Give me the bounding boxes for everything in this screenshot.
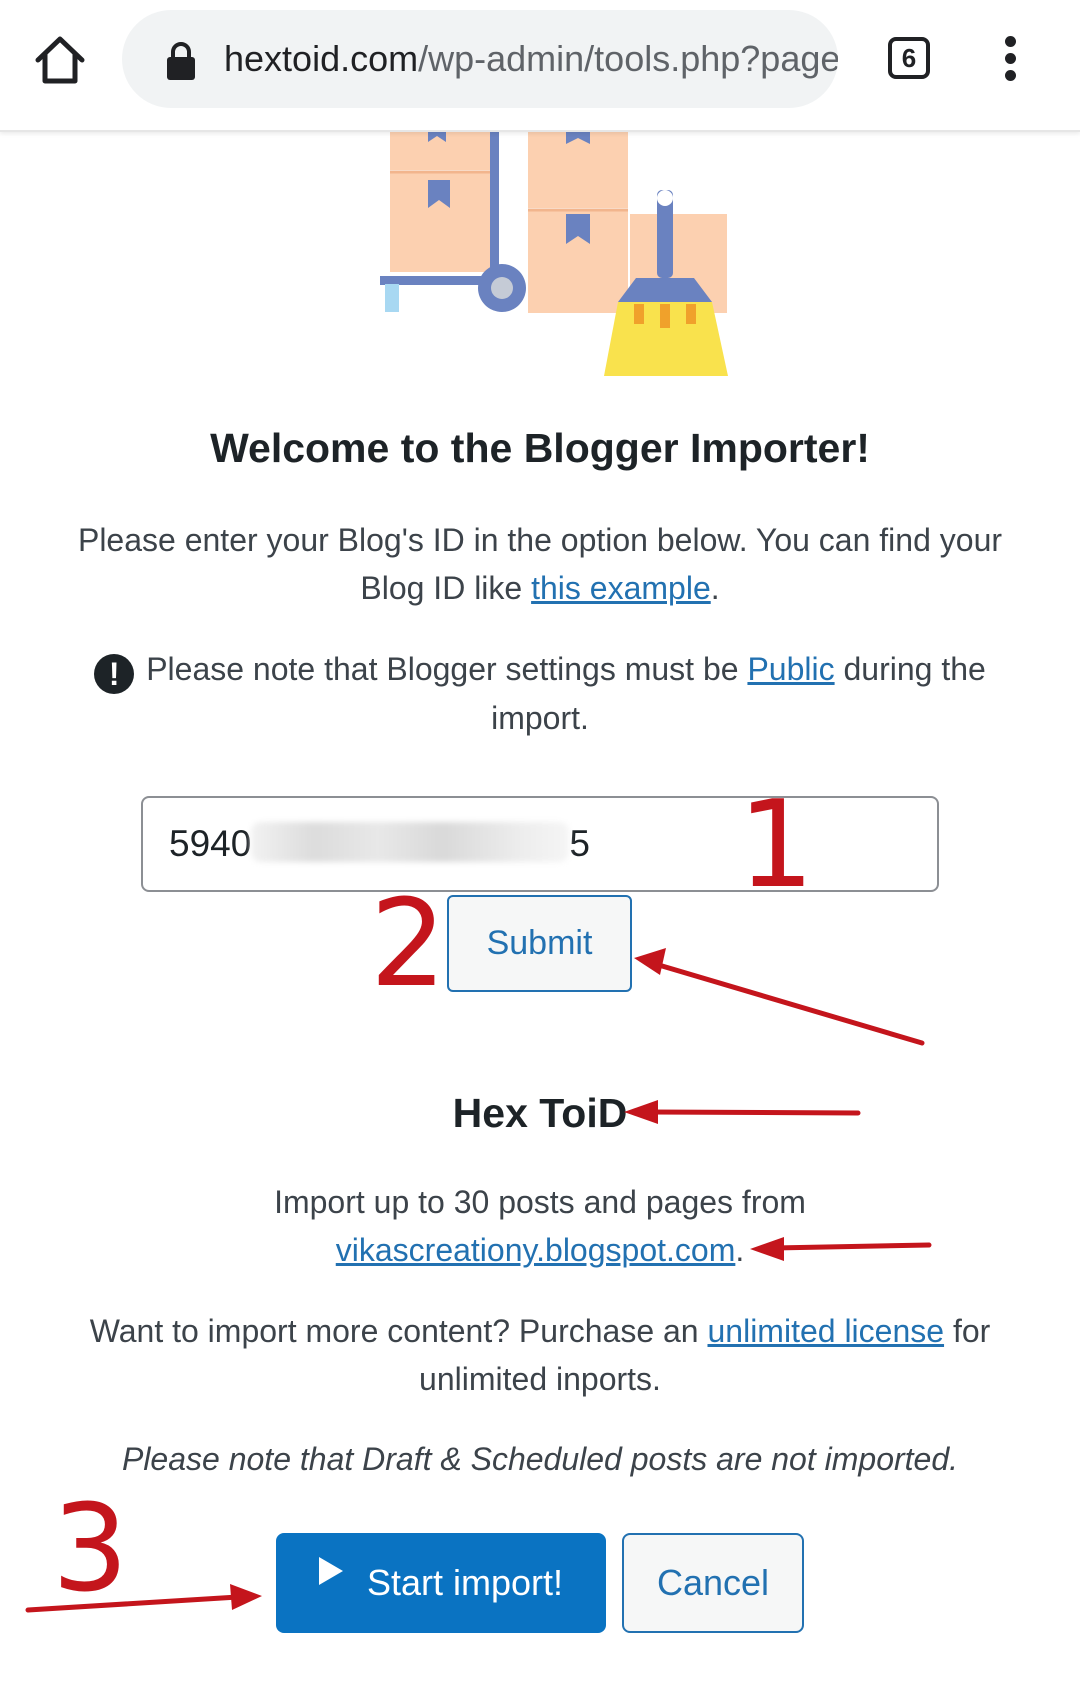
blog-id-end: 5 — [569, 823, 590, 864]
url-text: hextoid.com/wp-admin/tools.php?page — [224, 38, 838, 79]
start-import-button[interactable]: Start import! — [276, 1533, 606, 1633]
start-import-label: Start import! — [366, 1562, 564, 1603]
submit-button[interactable]: Submit — [447, 895, 632, 992]
blog-site-name: Hex ToiD — [452, 1090, 628, 1136]
step-number-2: 2 — [370, 875, 447, 1014]
exclamation-circle-icon: ! — [94, 654, 135, 694]
import-limit-paragraph: Import up to 30 posts and pages from vika… — [0, 1178, 1080, 1274]
browser-toolbar: hextoid.com/wp-admin/tools.php?page 6 — [0, 0, 1080, 132]
blog-id-start: 5940 — [169, 823, 252, 864]
step-number-1: 1 — [738, 776, 815, 915]
blurred-redaction — [251, 822, 570, 862]
step-number-3: 3 — [52, 1480, 129, 1619]
this-example-link[interactable]: this example — [531, 570, 711, 606]
upsell-paragraph: Want to import more content? Purchase an… — [0, 1307, 1080, 1403]
intro-paragraph: Please enter your Blog's ID in the optio… — [0, 516, 1080, 612]
upsell-text: Want to import more content? Purchase an — [89, 1313, 699, 1349]
import-end: . — [735, 1232, 745, 1268]
public-link[interactable]: Public — [747, 651, 834, 687]
public-notice: ! Please note that Blogger settings must … — [0, 645, 1080, 742]
blog-url-link[interactable]: vikascreationy.blogspot.com — [336, 1232, 736, 1268]
blog-id-input[interactable]: 5940 5 — [141, 796, 939, 892]
importer-illustration — [380, 128, 728, 376]
unlimited-license-link[interactable]: unlimited license — [707, 1313, 944, 1349]
cancel-button[interactable]: Cancel — [622, 1533, 804, 1633]
play-icon — [318, 1557, 343, 1585]
page-title: Welcome to the Blogger Importer! — [210, 425, 870, 471]
draft-note: Please note that Draft & Scheduled posts… — [121, 1441, 959, 1477]
arrow-to-submit-head — [634, 948, 666, 975]
home-icon[interactable] — [30, 30, 90, 90]
import-text: Import up to 30 posts and pages from — [274, 1184, 806, 1220]
arrow-to-start-head — [230, 1584, 262, 1610]
arrow-to-submit — [649, 960, 925, 1046]
address-bar[interactable]: hextoid.com/wp-admin/tools.php?page — [122, 10, 838, 108]
tabs-counter-icon[interactable]: 6 — [888, 37, 930, 79]
intro-end: . — [710, 570, 720, 606]
lock-icon — [167, 42, 195, 80]
note-prefix: Please note that Blogger settings must b… — [146, 651, 739, 687]
more-vert-icon[interactable] — [990, 36, 1030, 84]
